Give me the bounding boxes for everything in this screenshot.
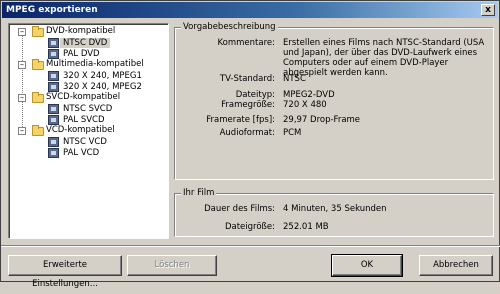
preset-icon [48,115,59,125]
tree-group-vcd[interactable]: VCD-kompatibel [46,125,115,135]
comment-value: Erstellen eines Films nach NTSC-Standard… [283,38,485,78]
tree-item-pal-dvd[interactable]: PAL DVD [63,49,100,59]
tree-item-pal-vcd[interactable]: PAL VCD [63,148,99,158]
duration-label: Dauer des Films: [204,204,275,214]
tv-standard-value: NTSC [283,74,306,84]
your-film-group: Ihr Film Dauer des Films: 4 Minuten, 35 … [174,188,494,237]
folder-icon [32,125,44,136]
tv-standard-label: TV-Standard: [219,74,275,84]
preset-tree[interactable]: – DVD-kompatibel NTSC DVD PAL DVD – Mult… [8,23,169,239]
tree-item-ntsc-svcd[interactable]: NTSC SVCD [63,104,112,114]
collapse-toggle-multimedia[interactable]: – [18,61,26,69]
preset-icon [48,82,59,92]
tree-item-ntsc-dvd[interactable]: NTSC DVD [60,38,111,48]
tree-item-ntsc-vcd[interactable]: NTSC VCD [63,137,107,147]
close-icon: x [485,5,491,15]
cancel-button[interactable]: Abbrechen [419,255,493,276]
frame-rate-label: Framerate [fps]: [206,115,275,125]
tree-group-dvd[interactable]: DVD-kompatibel [46,26,115,36]
separator [1,245,500,247]
folder-icon [32,26,44,37]
tree-item-320-mpeg2[interactable]: 320 X 240, MPEG2 [63,82,142,92]
preset-icon [48,71,59,81]
close-button[interactable]: x [481,4,495,16]
preset-icon [48,104,59,114]
folder-icon [32,59,44,70]
file-type-label: Dateityp: [235,90,275,100]
tree-guide-line [22,34,23,133]
audio-format-label: Audioformat: [219,128,275,138]
file-size-label: Dateigröße: [224,222,275,232]
mpeg-export-dialog: MPEG exportieren x – DVD-kompatibel NTSC… [0,0,500,289]
frame-rate-value: 29,97 Drop-Frame [283,115,361,125]
file-type-value: MPEG2-DVD [283,90,335,100]
tree-item-pal-svcd[interactable]: PAL SVCD [63,115,105,125]
tree-group-multimedia[interactable]: Multimedia-kompatibel [46,59,144,69]
your-film-title: Ihr Film [181,188,217,198]
duration-value: 4 Minuten, 35 Sekunden [283,204,387,214]
collapse-toggle-dvd[interactable]: – [18,28,26,36]
title-bar: MPEG exportieren x [2,2,498,18]
folder-icon [32,92,44,103]
collapse-toggle-svcd[interactable]: – [18,94,26,102]
preset-description-title: Vorgabebeschreibung [181,22,278,32]
advanced-settings-button[interactable]: Erweiterte Einstellungen... [8,255,122,289]
delete-button[interactable]: Löschen [127,255,217,276]
tree-item-320-mpeg1[interactable]: 320 X 240, MPEG1 [63,71,142,81]
comment-label: Kommentare: [217,38,275,48]
file-size-value: 252.01 MB [283,222,329,232]
frame-size-label: Framegröße: [221,100,275,110]
frame-size-value: 720 X 480 [283,100,327,110]
preset-icon [48,137,59,147]
ok-button[interactable]: OK [331,254,403,277]
window-title: MPEG exportieren [6,5,98,15]
collapse-toggle-vcd[interactable]: – [18,127,26,135]
preset-icon [48,148,59,158]
preset-description-group: Vorgabebeschreibung Kommentare: Erstelle… [174,22,494,180]
preset-icon [48,38,59,48]
audio-format-value: PCM [283,128,302,138]
preset-icon [48,49,59,59]
tree-group-svcd[interactable]: SVCD-kompatibel [46,92,120,102]
